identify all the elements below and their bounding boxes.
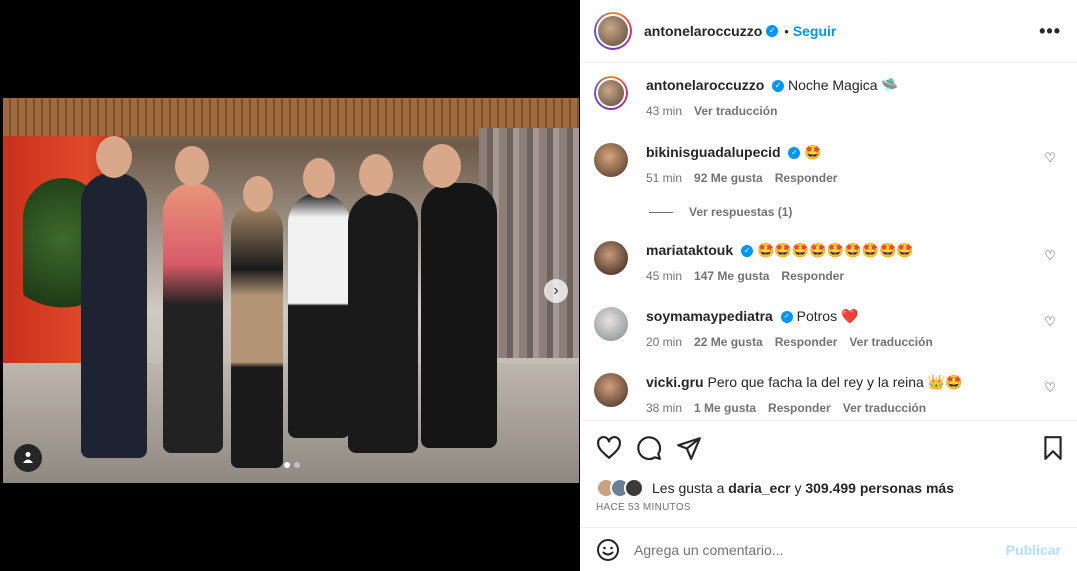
comment-likes[interactable]: 147 Me gusta xyxy=(694,269,769,283)
carousel-indicator xyxy=(284,462,300,468)
comment-time: 38 min xyxy=(646,401,683,415)
person-1 xyxy=(81,173,147,458)
post-timestamp: HACE 53 MINUTOS xyxy=(596,502,691,513)
carousel-next-button[interactable]: › xyxy=(544,279,568,303)
caption-time: 43 min xyxy=(646,104,683,118)
comment-avatar[interactable] xyxy=(594,241,628,275)
caption-emoji: 🛸 xyxy=(881,77,899,93)
comment-like-heart-icon[interactable]: ♡ xyxy=(1044,380,1056,396)
comment-text: Potros xyxy=(796,308,838,324)
liker-avatar xyxy=(624,478,644,498)
likes-count-link[interactable]: 309.499 personas más xyxy=(805,480,954,496)
verified-badge-icon: ✓ xyxy=(788,147,801,160)
likes-prefix: Les gusta a xyxy=(652,480,725,496)
chevron-right-icon: › xyxy=(553,282,559,299)
person-4-head xyxy=(303,158,335,198)
person-6-head xyxy=(423,144,461,188)
verified-badge-icon: ✓ xyxy=(741,245,754,258)
instagram-post-modal: › antonelaroccuzzo ✓ • Seguir ••• antone… xyxy=(0,0,1077,571)
comment-reply-button[interactable]: Responder xyxy=(775,171,838,185)
person-5-head xyxy=(359,154,393,196)
more-options-icon[interactable]: ••• xyxy=(1039,21,1061,42)
comment-likes[interactable]: 22 Me gusta xyxy=(694,335,763,349)
heart-icon[interactable] xyxy=(596,435,622,461)
comment-time: 20 min xyxy=(646,335,683,349)
carousel-dot-active xyxy=(284,462,290,468)
comment-reply-button[interactable]: Responder xyxy=(775,335,838,349)
comment-item: mariataktouk ✓ 🤩🤩🤩🤩🤩🤩🤩🤩🤩 45 min 147 Me g… xyxy=(594,241,1064,283)
verified-badge-icon: ✓ xyxy=(772,80,785,93)
comment-username[interactable]: vicki.gru xyxy=(646,374,704,390)
caption-username[interactable]: antonelaroccuzzo xyxy=(646,77,764,93)
person-6 xyxy=(421,183,497,448)
comment-avatar[interactable] xyxy=(594,307,628,341)
likes-text: Les gusta a daria_ecr y 309.499 personas… xyxy=(652,480,954,496)
person-5 xyxy=(348,193,418,453)
comment-time: 45 min xyxy=(646,269,683,283)
carousel-dot xyxy=(294,462,300,468)
comment-username[interactable]: bikinisguadalupecid xyxy=(646,144,781,160)
post-photo[interactable] xyxy=(3,98,579,483)
comment-emoji: 👑🤩 xyxy=(927,374,963,390)
paper-plane-icon[interactable] xyxy=(676,435,702,461)
comment-avatar[interactable] xyxy=(594,373,628,407)
comment-username[interactable]: soymamaypediatra xyxy=(646,308,773,324)
person-3-head xyxy=(243,176,273,212)
person-2 xyxy=(163,183,223,453)
comment-bubble-icon[interactable] xyxy=(636,435,662,461)
person-2-head xyxy=(175,146,209,186)
post-side-panel: antonelaroccuzzo ✓ • Seguir ••• antonela… xyxy=(580,0,1077,571)
post-header: antonelaroccuzzo ✓ • Seguir ••• xyxy=(580,0,1077,63)
comment-reply-button[interactable]: Responder xyxy=(768,401,831,415)
comment-username[interactable]: mariataktouk xyxy=(646,242,733,258)
likes-user-link[interactable]: daria_ecr xyxy=(728,480,790,496)
comment-input[interactable] xyxy=(634,541,1006,558)
likes-summary: Les gusta a daria_ecr y 309.499 personas… xyxy=(596,478,954,498)
comment-emoji: ❤️ xyxy=(840,308,859,324)
comment-translate-link[interactable]: Ver traducción xyxy=(843,401,926,415)
comment-translate-link[interactable]: Ver traducción xyxy=(849,335,932,349)
comment-text: 🤩 xyxy=(804,144,822,160)
person-4 xyxy=(288,193,350,438)
comment-avatar[interactable] xyxy=(594,143,628,177)
user-tag-icon xyxy=(23,452,33,463)
comment-like-heart-icon[interactable]: ♡ xyxy=(1044,248,1056,264)
author-avatar[interactable] xyxy=(594,12,632,50)
publish-button[interactable]: Publicar xyxy=(1006,542,1061,558)
tagged-users-button[interactable] xyxy=(14,444,42,472)
comment-item: soymamaypediatra ✓ Potros ❤️ 20 min 22 M… xyxy=(594,307,1064,349)
caption-text: Noche Magica xyxy=(788,77,878,93)
add-comment-bar: Publicar xyxy=(580,527,1077,571)
comment-reply-button[interactable]: Responder xyxy=(781,269,844,283)
view-replies-button[interactable]: Ver respuestas (1) xyxy=(649,205,792,219)
caption-item: antonelaroccuzzo ✓ Noche Magica 🛸 43 min… xyxy=(594,76,1064,118)
comment-item: vicki.gru Pero que facha la del rey y la… xyxy=(594,373,1064,415)
comments-list: antonelaroccuzzo ✓ Noche Magica 🛸 43 min… xyxy=(580,64,1077,420)
person-3 xyxy=(231,203,283,468)
comment-likes[interactable]: 1 Me gusta xyxy=(694,401,756,415)
likes-connector: y xyxy=(794,480,802,496)
person-1-head xyxy=(96,136,132,178)
verified-badge-icon: ✓ xyxy=(766,25,779,37)
comment-like-heart-icon[interactable]: ♡ xyxy=(1044,314,1056,330)
comment-like-heart-icon[interactable]: ♡ xyxy=(1044,150,1056,166)
smiley-icon[interactable] xyxy=(596,538,620,562)
author-username[interactable]: antonelaroccuzzo xyxy=(644,23,762,39)
follow-button[interactable]: Seguir xyxy=(793,23,837,39)
comment-likes[interactable]: 92 Me gusta xyxy=(694,171,763,185)
comment-time: 51 min xyxy=(646,171,683,185)
post-actions-bar xyxy=(580,420,1077,472)
replies-divider-line xyxy=(649,211,673,213)
comment-text: Pero que facha la del rey y la reina xyxy=(707,374,924,390)
header-separator: • xyxy=(784,23,789,39)
comment-item: bikinisguadalupecid ✓ 🤩 51 min 92 Me gus… xyxy=(594,143,1064,185)
verified-badge-icon: ✓ xyxy=(780,311,793,324)
media-viewer: › xyxy=(0,0,580,571)
comment-text: 🤩🤩🤩🤩🤩🤩🤩🤩🤩 xyxy=(756,242,914,258)
bookmark-icon[interactable] xyxy=(1040,435,1066,461)
caption-avatar[interactable] xyxy=(594,76,628,110)
caption-translate-link[interactable]: Ver traducción xyxy=(694,104,777,118)
view-replies-label: Ver respuestas (1) xyxy=(689,205,793,219)
